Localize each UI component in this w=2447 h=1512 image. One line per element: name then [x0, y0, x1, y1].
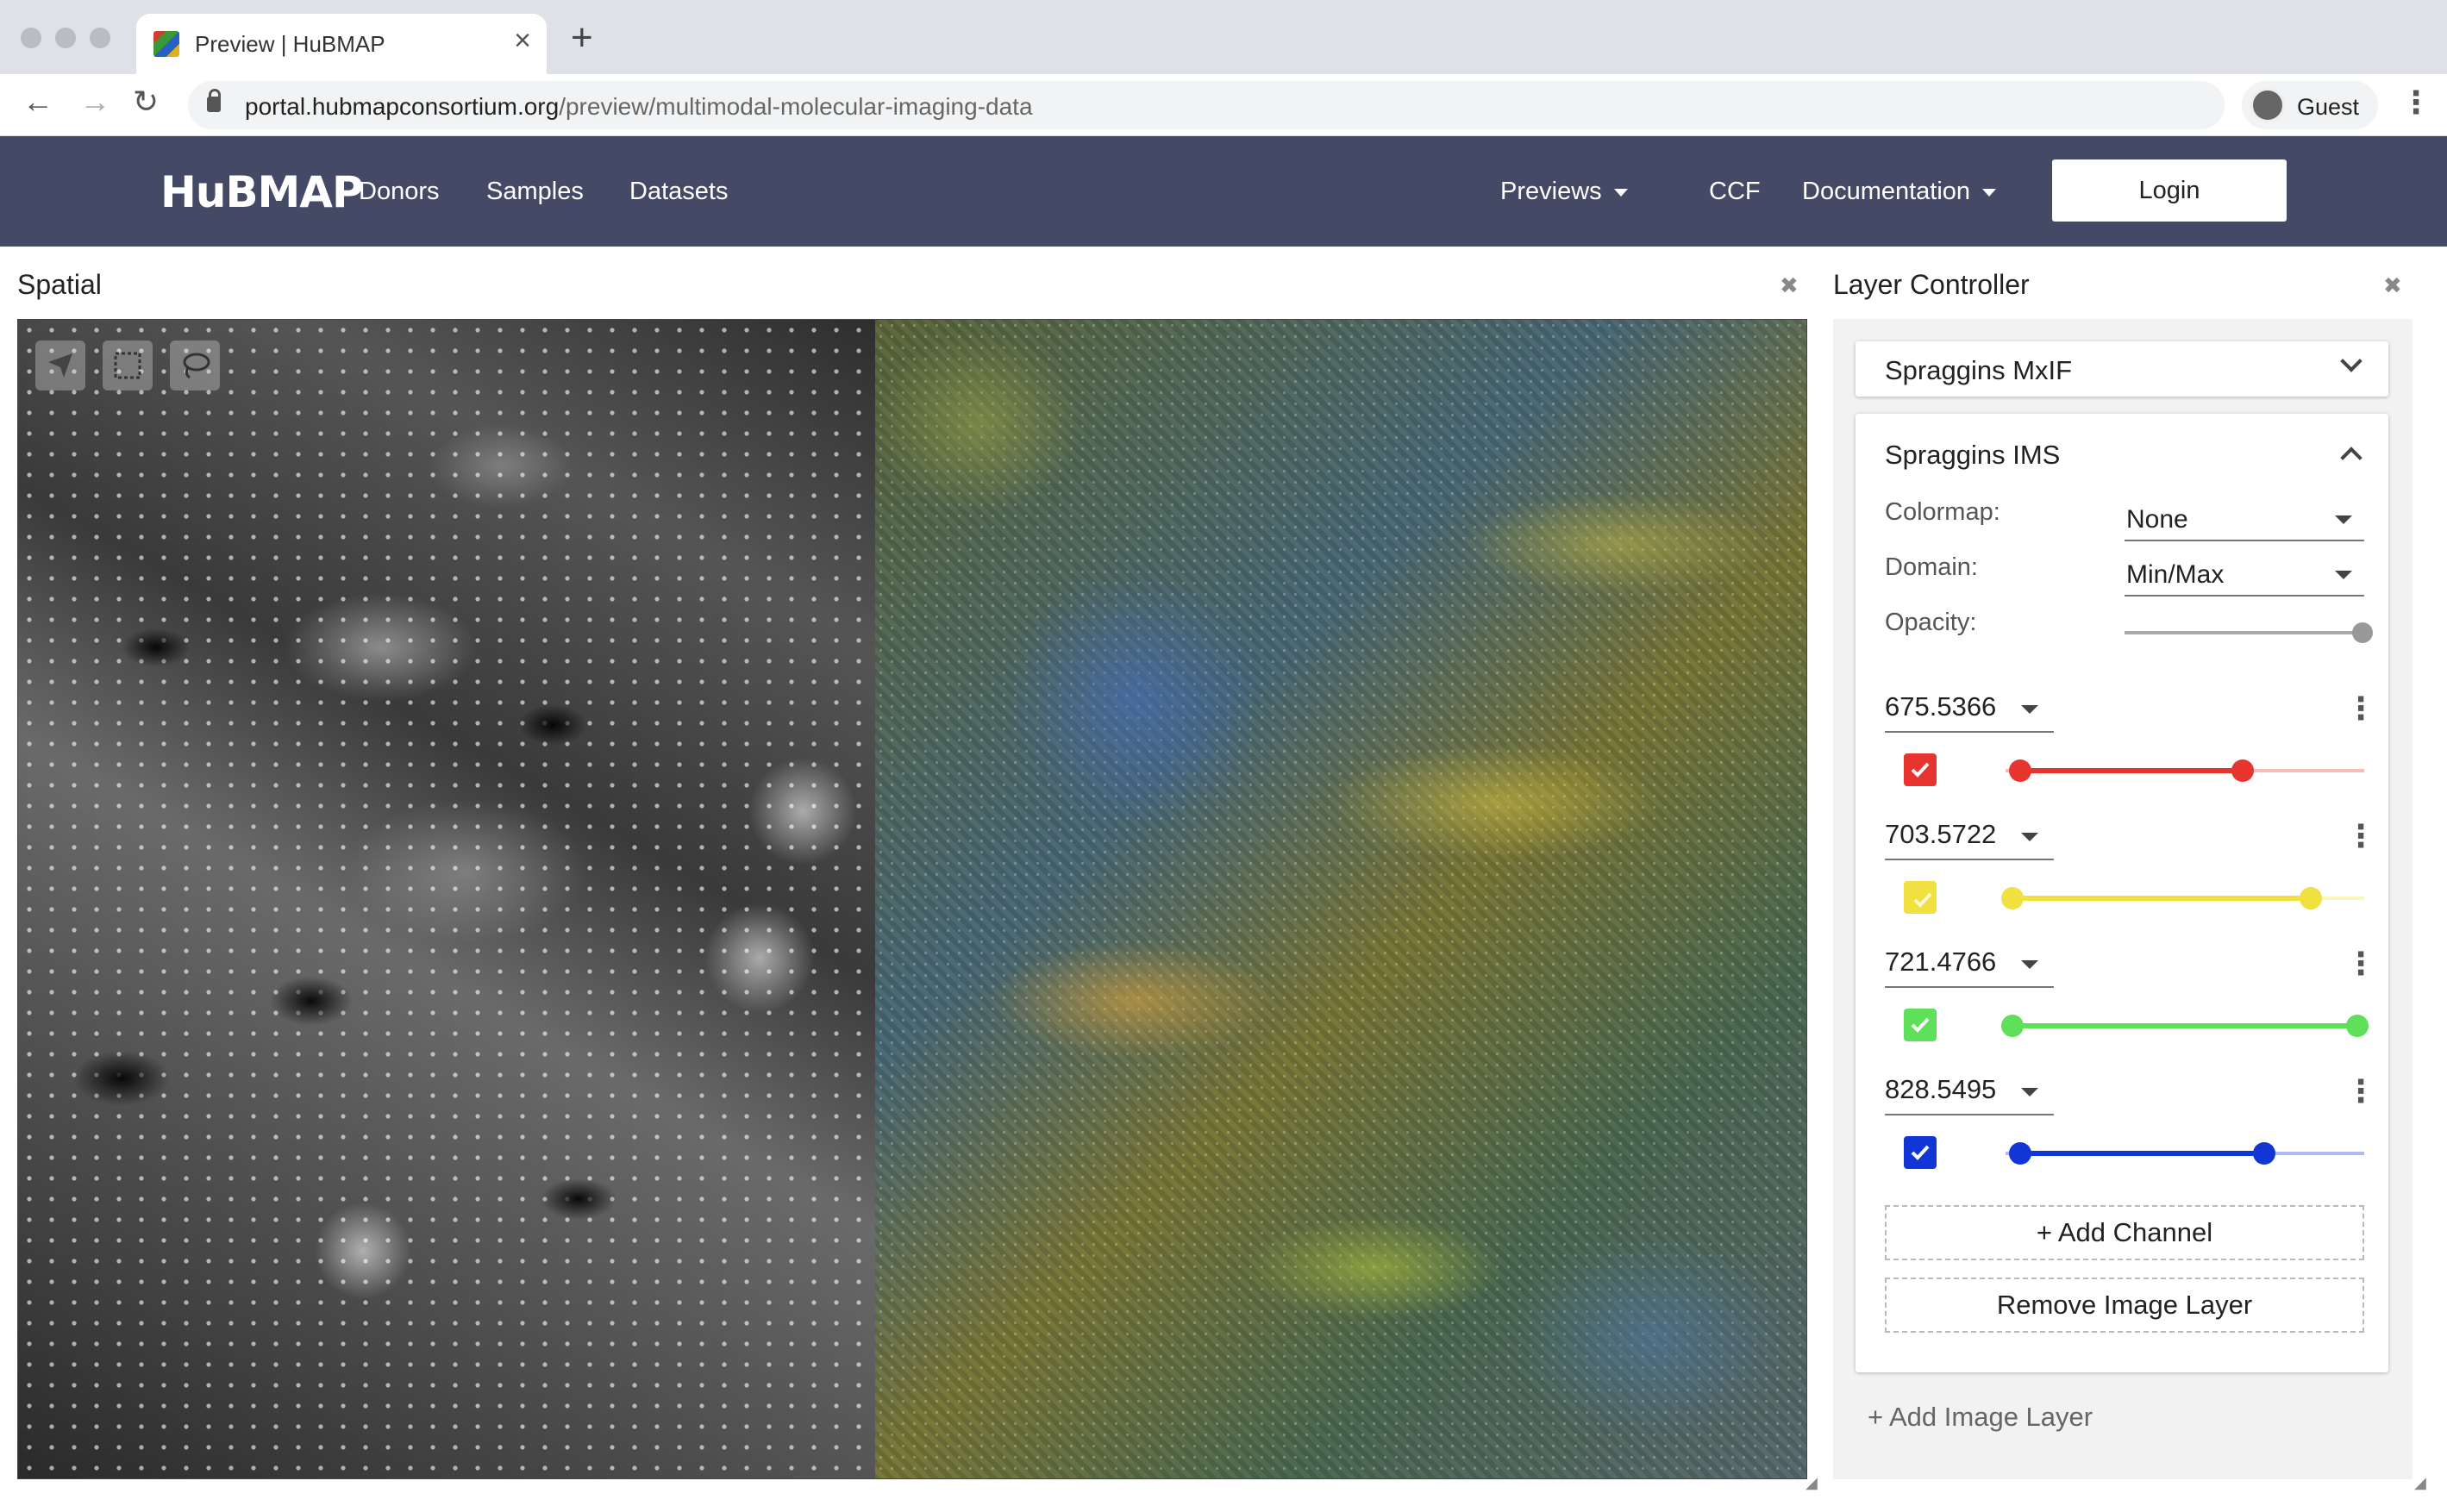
channel-visibility-checkbox[interactable] [1904, 881, 1937, 914]
window-close-control[interactable] [21, 28, 41, 48]
channel-visibility-checkbox[interactable] [1904, 1136, 1937, 1169]
nav-samples[interactable]: Samples [486, 178, 584, 206]
tab-title: Preview | HuBMAP [195, 31, 385, 57]
nav-datasets[interactable]: Datasets [629, 178, 728, 206]
slider-fill [2012, 1023, 2357, 1028]
ims-layer-name: Spraggins IMS [1885, 440, 2061, 470]
opacity-slider[interactable] [2125, 622, 2373, 643]
channel-visibility-checkbox[interactable] [1904, 1009, 1937, 1041]
chevron-up-icon[interactable] [2340, 447, 2363, 469]
profile-label: Guest [2297, 94, 2360, 120]
slider-fill [2019, 768, 2243, 773]
slider-min-thumb[interactable] [2001, 1015, 2025, 1037]
slider-max-thumb[interactable] [2299, 887, 2322, 909]
opacity-slider-thumb[interactable] [2352, 622, 2373, 643]
layer-controller-close-icon[interactable]: ✖ [2383, 272, 2402, 299]
nav-documentation-dropdown[interactable]: Documentation [1802, 178, 1997, 206]
profile-avatar-icon [2250, 88, 2285, 122]
channel-select[interactable]: 721.4766 [1885, 938, 2054, 988]
slider-min-thumb[interactable] [2001, 887, 2025, 909]
channel-select[interactable]: 675.5366 [1885, 683, 2054, 733]
dropdown-arrow-icon [2335, 515, 2352, 524]
add-image-layer-button[interactable]: + Add Image Layer [1868, 1402, 2093, 1433]
login-button[interactable]: Login [2052, 159, 2287, 222]
checkmark-icon [1913, 892, 1932, 908]
channel-options-icon[interactable]: ⋮ [2345, 693, 2376, 724]
resize-handle-icon[interactable]: ◢ [2414, 1474, 2426, 1492]
dropdown-arrow-icon [2021, 1088, 2038, 1097]
browser-tab-bar: Preview | HuBMAP × + [0, 0, 2447, 74]
checkmark-icon [1911, 1145, 1930, 1160]
app-navbar: HuBMAP Donors Samples Datasets Previews … [0, 136, 2447, 247]
url-text: portal.hubmapconsortium.org/preview/mult… [245, 93, 1033, 120]
resize-handle-icon[interactable]: ◢ [1806, 1474, 1818, 1492]
slider-max-thumb[interactable] [2231, 759, 2254, 782]
window-zoom-control[interactable] [90, 28, 110, 48]
dropdown-arrow-icon [2021, 705, 2038, 714]
channel-options-icon[interactable]: ⋮ [2345, 1076, 2376, 1107]
opacity-label: Opacity: [1885, 609, 1977, 636]
spatial-panel-title: Spatial [17, 269, 102, 300]
nav-ccf[interactable]: CCF [1709, 178, 1761, 206]
caret-down-icon [1613, 188, 1628, 197]
new-tab-icon[interactable]: + [571, 19, 593, 57]
mxif-image [18, 320, 875, 1478]
slider-fill [2012, 896, 2311, 901]
spatial-viewer[interactable] [17, 319, 1807, 1479]
channel-range-slider[interactable] [2001, 887, 2364, 909]
dropdown-arrow-icon [2021, 833, 2038, 841]
domain-select[interactable]: Min/Max [2125, 552, 2364, 597]
rectangle-select-icon[interactable] [103, 341, 153, 390]
window-minimize-control[interactable] [55, 28, 76, 48]
channel-range-slider[interactable] [2006, 1142, 2364, 1165]
caret-down-icon [1982, 188, 1997, 197]
profile-button[interactable]: Guest [2242, 81, 2378, 129]
channel-options-icon[interactable]: ⋮ [2345, 821, 2376, 852]
channel-select[interactable]: 828.5495 [1885, 1065, 2054, 1115]
slider-min-thumb[interactable] [2008, 759, 2031, 782]
back-icon[interactable]: ← [22, 86, 53, 117]
hubmap-logo[interactable]: HuBMAP [160, 167, 364, 217]
reload-icon[interactable]: ↻ [133, 86, 159, 117]
mxif-layer-card[interactable]: Spraggins MxIF [1856, 341, 2388, 397]
remove-image-layer-button[interactable]: Remove Image Layer [1885, 1278, 2364, 1333]
domain-label: Domain: [1885, 553, 1978, 581]
add-channel-button[interactable]: + Add Channel [1885, 1205, 2364, 1260]
lock-icon [207, 89, 221, 112]
hubmap-favicon-icon [153, 31, 179, 57]
channel-visibility-checkbox[interactable] [1904, 753, 1937, 786]
slider-min-thumb[interactable] [2008, 1142, 2031, 1165]
tab-close-icon[interactable]: × [514, 24, 531, 58]
address-bar[interactable]: portal.hubmapconsortium.org/preview/mult… [188, 81, 2225, 129]
ims-image [875, 320, 1806, 1478]
dropdown-arrow-icon [2021, 960, 2038, 969]
layer-controller-panel: Spraggins MxIF Spraggins IMS Colormap: N… [1833, 319, 2413, 1479]
ims-layer-card: Spraggins IMS Colormap: None Domain: Min… [1856, 414, 2388, 1372]
browser-toolbar: ← → ↻ portal.hubmapconsortium.org/previe… [0, 74, 2447, 136]
nav-donors[interactable]: Donors [359, 178, 440, 206]
checkmark-icon [1911, 762, 1930, 778]
slider-max-thumb[interactable] [2345, 1015, 2369, 1037]
chevron-down-icon[interactable] [2340, 350, 2363, 372]
slider-fill [2019, 1151, 2264, 1156]
channel-range-slider[interactable] [2001, 1015, 2369, 1037]
browser-menu-icon[interactable]: ⋮ [2400, 84, 2431, 121]
colormap-label: Colormap: [1885, 498, 2000, 526]
channel-range-slider[interactable] [2006, 759, 2364, 782]
mxif-layer-name: Spraggins MxIF [1885, 355, 2073, 385]
spatial-close-icon[interactable]: ✖ [1780, 272, 1799, 299]
nav-previews-dropdown[interactable]: Previews [1500, 178, 1628, 206]
pan-tool-icon[interactable] [35, 341, 85, 390]
lasso-select-icon[interactable] [170, 341, 220, 390]
forward-icon[interactable]: → [79, 86, 110, 117]
browser-tab[interactable]: Preview | HuBMAP × [136, 14, 547, 74]
layer-controller-title: Layer Controller [1833, 269, 2030, 300]
dropdown-arrow-icon [2335, 571, 2352, 579]
checkmark-icon [1911, 1017, 1930, 1033]
slider-max-thumb[interactable] [2252, 1142, 2275, 1165]
channel-select[interactable]: 703.5722 [1885, 810, 2054, 860]
channel-options-icon[interactable]: ⋮ [2345, 948, 2376, 979]
colormap-select[interactable]: None [2125, 497, 2364, 541]
